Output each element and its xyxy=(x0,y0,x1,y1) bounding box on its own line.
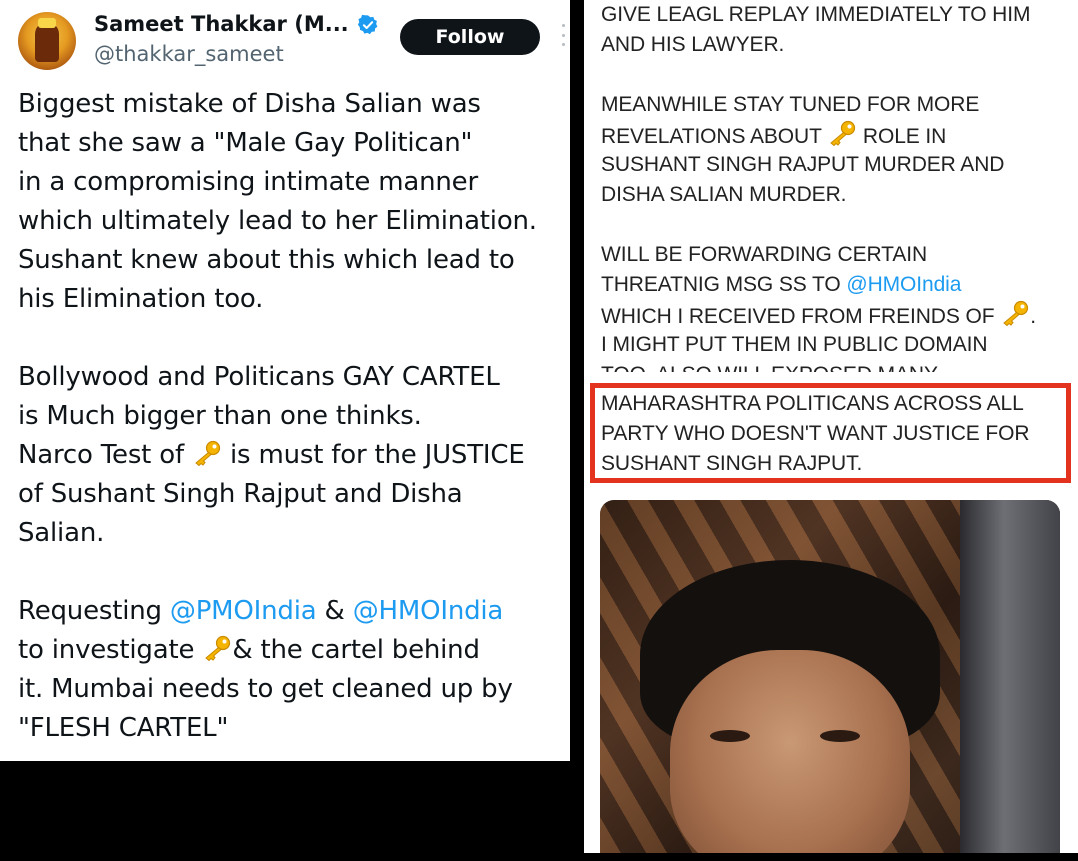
text-segment: & xyxy=(316,596,353,626)
text-line: Salian. xyxy=(18,514,573,553)
mention-link[interactable]: @PMOIndia xyxy=(170,596,317,626)
key-emoji-icon xyxy=(827,120,857,147)
text-segment: SUSHANT SINGH RAJPUT MURDER AND xyxy=(601,153,1005,176)
text-segment: of Sushant Singh Rajput and Disha xyxy=(18,479,463,509)
highlighted-line: SUSHANT SINGH RAJPUT. xyxy=(601,452,863,475)
text-line: Requesting @PMOIndia & @HMOIndia xyxy=(18,592,573,631)
text-segment: Bollywood and Politicans GAY CARTEL xyxy=(18,362,500,392)
text-segment: DISHA SALIAN MURDER. xyxy=(601,183,847,206)
text-line: Narco Test of is must for the JUSTICE xyxy=(18,436,573,475)
text-segment: Salian. xyxy=(18,518,105,548)
text-line: I MIGHT PUT THEM IN PUBLIC DOMAIN xyxy=(601,330,1071,360)
highlighted-line: PARTY WHO DOESN'T WANT JUSTICE FOR xyxy=(601,422,1030,445)
text-line: WILL BE FORWARDING CERTAIN xyxy=(601,240,1071,270)
key-emoji-icon xyxy=(192,439,222,467)
text-segment: it. Mumbai needs to get cleaned up by xyxy=(18,674,513,704)
avatar-figure xyxy=(35,22,59,62)
text-line: AND HIS LAWYER. xyxy=(601,30,1071,60)
avatar-crown xyxy=(38,18,56,28)
text-segment: is must for the JUSTICE xyxy=(221,440,525,470)
text-line: Sushant knew about this which lead to xyxy=(18,241,573,280)
text-line: DISHA SALIAN MURDER. xyxy=(601,180,1071,210)
follow-button[interactable]: Follow xyxy=(400,19,540,55)
person-photo[interactable] xyxy=(600,500,1060,853)
highlighted-text: MAHARASHTRA POLITICANS ACROSS ALL PARTY W… xyxy=(601,389,1066,479)
text-segment: is Much bigger than one thinks. xyxy=(18,401,422,431)
text-line: REVELATIONS ABOUT ROLE IN xyxy=(601,120,1071,150)
text-line: TOO. ALSO WILL EXPOSED MANY xyxy=(601,360,1071,372)
text-segment: which ultimately lead to her Elimination… xyxy=(18,206,537,236)
text-segment: AND HIS LAWYER. xyxy=(601,33,785,56)
mention-link[interactable]: @HMOIndia xyxy=(846,273,961,296)
screenshot-post-text: GIVE LEAGL REPLAY IMMEDIATELY TO HIM AND … xyxy=(601,0,1071,372)
verified-badge-icon xyxy=(357,14,378,35)
text-line: to investigate & the cartel behind xyxy=(18,631,573,670)
avatar[interactable] xyxy=(18,12,76,70)
photo-jacket xyxy=(960,500,1060,853)
text-segment: ROLE IN xyxy=(857,125,947,148)
highlighted-line: MAHARASHTRA POLITICANS ACROSS ALL xyxy=(601,392,1024,415)
text-segment: Narco Test of xyxy=(18,440,192,470)
text-line: Bollywood and Politicans GAY CARTEL xyxy=(18,358,573,397)
text-line: GIVE LEAGL REPLAY IMMEDIATELY TO HIM xyxy=(601,0,1071,30)
text-line: SUSHANT SINGH RAJPUT MURDER AND xyxy=(601,150,1071,180)
text-segment: GIVE LEAGL REPLAY IMMEDIATELY TO HIM xyxy=(601,3,1031,26)
photo-eye-right xyxy=(820,730,860,742)
user-handle[interactable]: @thakkar_sameet xyxy=(94,42,284,66)
text-segment: TOO. ALSO WILL EXPOSED MANY xyxy=(601,363,938,372)
text-segment: Requesting xyxy=(18,596,170,626)
text-line: in a compromising intimate manner xyxy=(18,163,573,202)
photo-face xyxy=(670,650,910,853)
text-segment: WILL BE FORWARDING CERTAIN xyxy=(601,243,928,266)
text-segment: & the cartel behind xyxy=(232,635,480,665)
text-line: Biggest mistake of Disha Salian was xyxy=(18,85,573,124)
text-segment: his Elimination too. xyxy=(18,284,264,314)
photo-eye-left xyxy=(710,730,750,742)
text-segment: in a compromising intimate manner xyxy=(18,167,478,197)
text-line: THREATNIG MSG SS TO @HMOIndia xyxy=(601,270,1071,300)
text-segment: I MIGHT PUT THEM IN PUBLIC DOMAIN xyxy=(601,333,988,356)
key-emoji-icon xyxy=(1000,300,1030,327)
text-segment: WHICH I RECEIVED FROM FREINDS OF xyxy=(601,305,1001,328)
mention-link[interactable]: @HMOIndia xyxy=(353,596,504,626)
text-segment: MEANWHILE STAY TUNED FOR MORE xyxy=(601,93,980,116)
display-name[interactable]: Sameet Thakkar (M... xyxy=(94,12,349,36)
text-line: it. Mumbai needs to get cleaned up by xyxy=(18,670,573,709)
text-line: that she saw a "Male Gay Politican" xyxy=(18,124,573,163)
text-line: of Sushant Singh Rajput and Disha xyxy=(18,475,573,514)
text-segment: to investigate xyxy=(18,635,203,665)
text-segment: that she saw a "Male Gay Politican" xyxy=(18,128,473,158)
text-segment: "FLESH CARTEL" xyxy=(18,713,229,743)
text-line: "FLESH CARTEL" xyxy=(18,709,573,748)
text-line: WHICH I RECEIVED FROM FREINDS OF . xyxy=(601,300,1071,330)
text-segment: Biggest mistake of Disha Salian was xyxy=(18,89,481,119)
text-segment: Sushant knew about this which lead to xyxy=(18,245,515,275)
text-line: is Much bigger than one thinks. xyxy=(18,397,573,436)
text-line: MEANWHILE STAY TUNED FOR MORE xyxy=(601,90,1071,120)
text-line: which ultimately lead to her Elimination… xyxy=(18,202,573,241)
more-options-icon[interactable] xyxy=(560,24,566,46)
tweet-card: Sameet Thakkar (M... @thakkar_sameet Fol… xyxy=(0,0,570,761)
text-segment: . xyxy=(1030,305,1036,328)
tweet-text: Biggest mistake of Disha Salian was that … xyxy=(18,85,573,748)
text-segment: THREATNIG MSG SS TO xyxy=(601,273,847,296)
text-segment: REVELATIONS ABOUT xyxy=(601,125,828,148)
key-emoji-icon xyxy=(202,634,232,662)
text-line: his Elimination too. xyxy=(18,280,573,319)
